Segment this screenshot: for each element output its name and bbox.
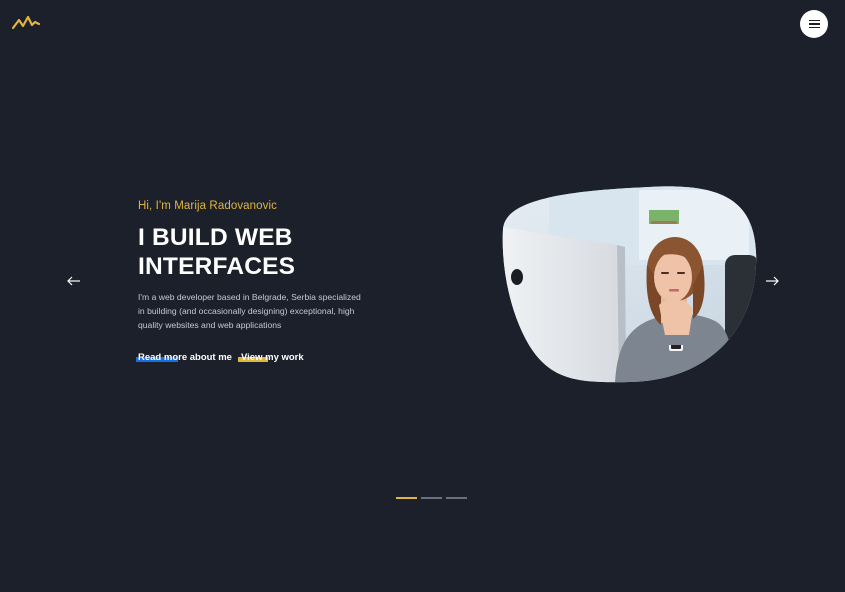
arrow-left-icon[interactable] bbox=[66, 274, 82, 288]
hero-text: Hi, I'm Marija Radovanovic I BUILD WEB I… bbox=[138, 200, 378, 332]
hero-photo bbox=[489, 185, 759, 383]
hero-headline: I BUILD WEB INTERFACES bbox=[138, 223, 378, 281]
hero-greeting: Hi, I'm Marija Radovanovic bbox=[138, 200, 278, 212]
arrow-right-icon[interactable] bbox=[764, 274, 780, 288]
view-my-work-link[interactable]: View my work bbox=[238, 347, 304, 363]
slide-indicator-1[interactable] bbox=[396, 497, 417, 499]
hamburger-menu-icon bbox=[808, 19, 820, 22]
hero-headline-line-2: INTERFACES bbox=[138, 253, 296, 280]
hero-headline-line-1: I BUILD WEB bbox=[138, 224, 293, 251]
hamburger-menu-icon bbox=[808, 23, 820, 25]
hero-description: I'm a web developer based in Belgrade, S… bbox=[138, 292, 361, 330]
view-my-work-label: View my work bbox=[241, 352, 304, 363]
zigzag-logo-icon[interactable] bbox=[11, 14, 41, 32]
read-more-about-me-link[interactable]: Read more about me bbox=[136, 347, 232, 363]
hero-page: Hi, I'm Marija Radovanovic I BUILD WEB I… bbox=[0, 0, 845, 592]
menu-button[interactable] bbox=[800, 10, 828, 38]
hamburger-menu-icon bbox=[808, 26, 820, 29]
slide-indicator-2[interactable] bbox=[421, 497, 442, 499]
slide-indicators bbox=[396, 497, 467, 499]
slide-indicator-3[interactable] bbox=[446, 497, 467, 499]
read-more-about-me-label: Read more about me bbox=[138, 352, 232, 363]
